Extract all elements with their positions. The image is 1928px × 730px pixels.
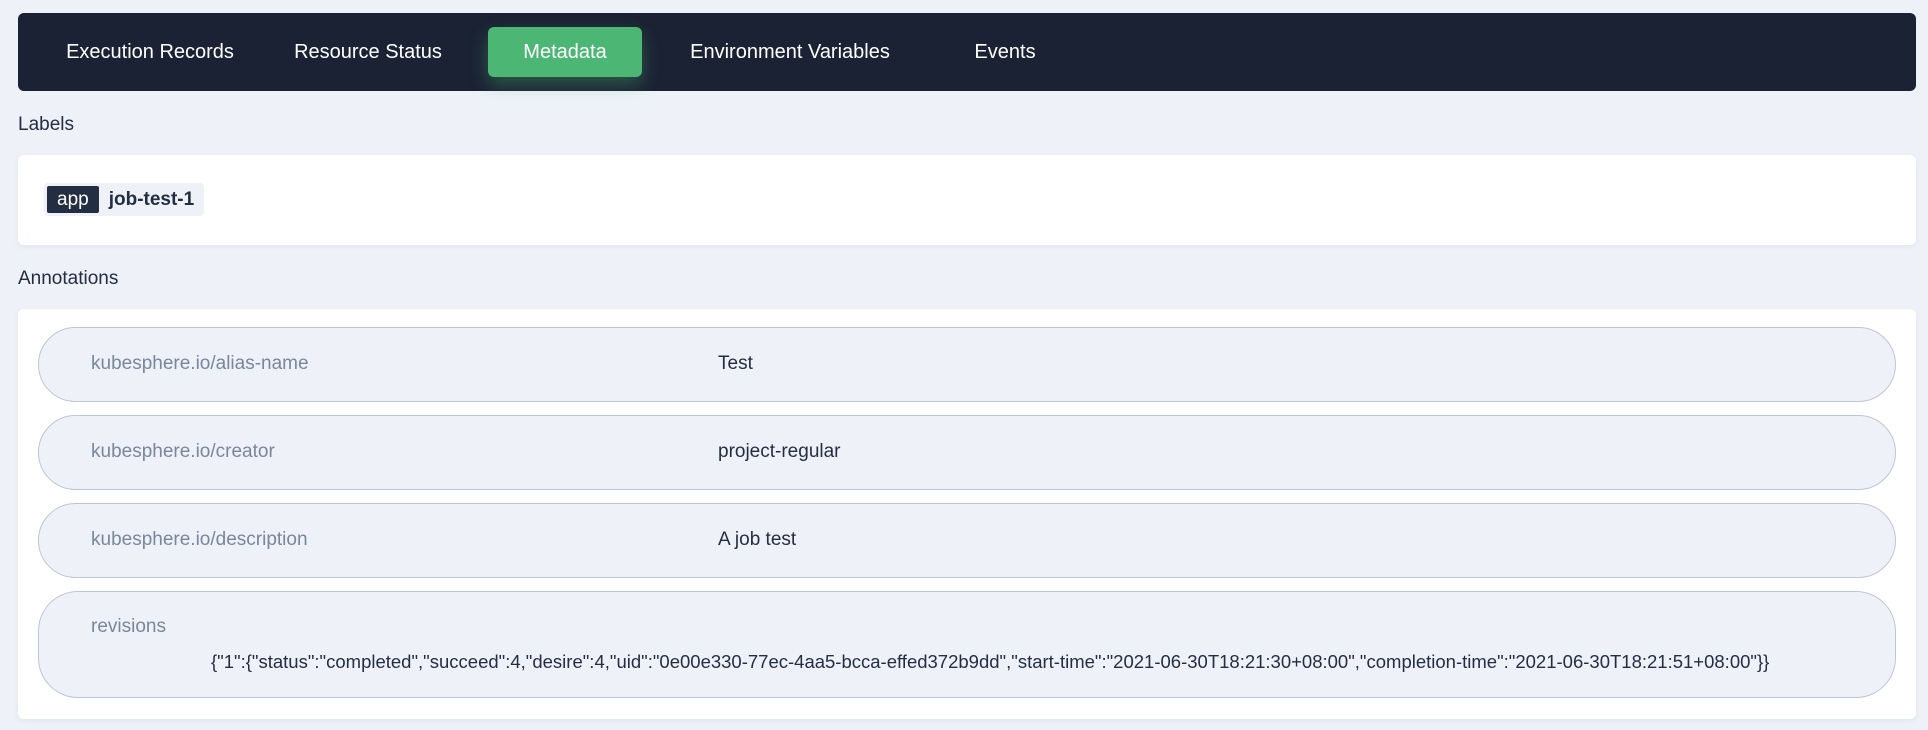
label-key: app <box>47 186 99 213</box>
tab-resource-status[interactable]: Resource Status <box>278 27 458 77</box>
annotation-value: {"1":{"status":"completed","succeed":4,"… <box>211 651 1770 672</box>
tab-events[interactable]: Events <box>950 27 1060 77</box>
annotation-row: revisions {"1":{"status":"completed","su… <box>38 591 1896 698</box>
tab-execution-records[interactable]: Execution Records <box>50 27 250 77</box>
annotation-key: kubesphere.io/alias-name <box>91 353 309 374</box>
tab-label: Execution Records <box>66 40 234 63</box>
tab-label: Metadata <box>523 40 607 63</box>
annotation-key: kubesphere.io/creator <box>91 441 275 462</box>
annotation-key: kubesphere.io/description <box>91 529 308 550</box>
tab-label: Events <box>974 40 1036 63</box>
tab-metadata[interactable]: Metadata <box>488 27 642 77</box>
label-tag: app job-test-1 <box>44 183 205 216</box>
tab-label: Resource Status <box>294 40 442 63</box>
annotation-row: kubesphere.io/description A job test <box>38 503 1896 578</box>
annotation-key: revisions <box>91 616 166 637</box>
label-value: job-test-1 <box>108 188 195 210</box>
annotation-value: project-regular <box>718 441 841 462</box>
labels-card: app job-test-1 <box>18 155 1916 245</box>
annotations-title: Annotations <box>18 268 119 289</box>
tab-label: Environment Variables <box>690 40 890 63</box>
annotations-card: kubesphere.io/alias-name Test kubesphere… <box>18 309 1916 719</box>
detail-tab-bar: Execution Records Resource Status Metada… <box>18 13 1916 91</box>
annotation-row: kubesphere.io/alias-name Test <box>38 327 1896 402</box>
annotation-row: kubesphere.io/creator project-regular <box>38 415 1896 490</box>
labels-title: Labels <box>18 114 74 135</box>
annotation-value: Test <box>718 353 753 374</box>
tab-environment-variables[interactable]: Environment Variables <box>664 27 916 77</box>
annotation-value: A job test <box>718 529 797 550</box>
metadata-page: Execution Records Resource Status Metada… <box>0 0 1928 730</box>
